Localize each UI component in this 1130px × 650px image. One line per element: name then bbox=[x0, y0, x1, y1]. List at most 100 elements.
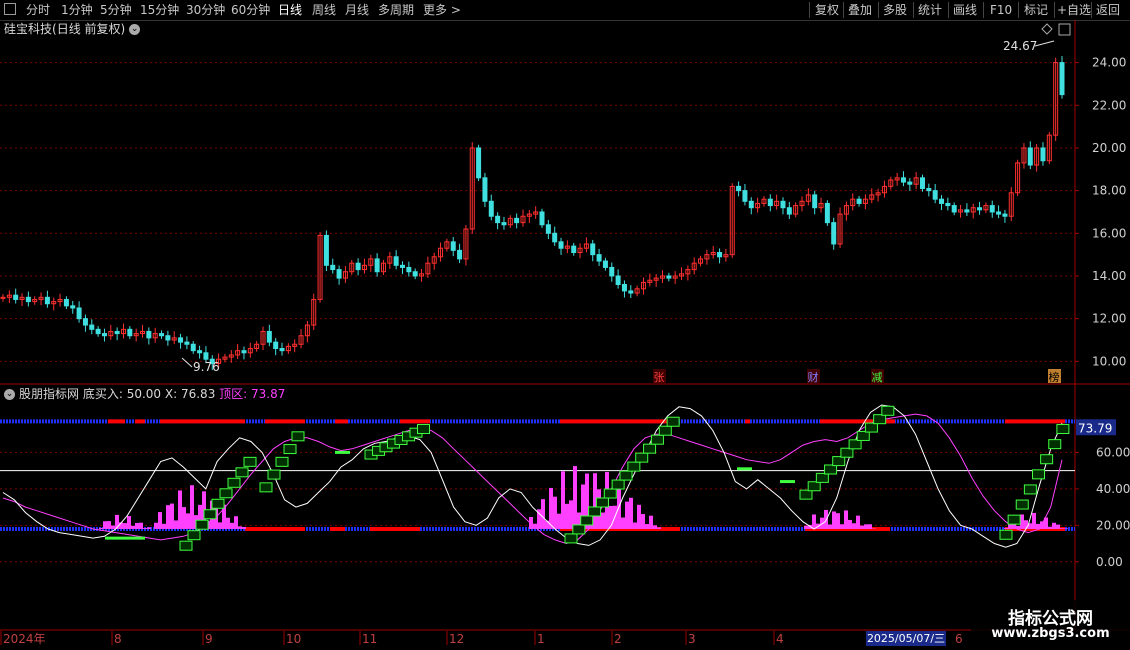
candle-body bbox=[457, 249, 463, 260]
histogram-bar bbox=[852, 523, 856, 529]
histogram-bar bbox=[178, 490, 182, 529]
signal-stair-box bbox=[1056, 424, 1070, 435]
candle-body bbox=[406, 266, 412, 273]
candle-body bbox=[374, 258, 380, 273]
signal-stair-box bbox=[595, 497, 609, 508]
histogram-bar bbox=[1064, 528, 1068, 529]
candle-body bbox=[602, 260, 608, 268]
histogram-bar bbox=[1060, 528, 1064, 529]
candle-body bbox=[279, 348, 285, 352]
signal-stair-box bbox=[856, 430, 870, 441]
candle-body bbox=[742, 190, 748, 202]
histogram-bar bbox=[653, 525, 657, 529]
event-marker: 财 bbox=[808, 370, 819, 384]
histogram-bar bbox=[864, 524, 868, 529]
candle-body bbox=[545, 224, 551, 234]
stock-period-info: (日线 前复权) bbox=[52, 22, 126, 36]
histogram-bar bbox=[162, 523, 166, 529]
histogram-bar bbox=[557, 513, 561, 529]
indicator-title: ⌄ 股朋指标网 底买入: 50.00 X: 76.83 顶区: 73.87 bbox=[4, 386, 285, 402]
indicator-tick-label: 60.00 bbox=[1096, 445, 1130, 459]
signal-stair-box bbox=[635, 452, 649, 463]
signal-stair-box bbox=[666, 416, 680, 427]
time-axis-label: 3 bbox=[688, 632, 696, 646]
signal-stair-box bbox=[179, 540, 193, 551]
signal-stair-box bbox=[291, 431, 305, 442]
high-arrow bbox=[1034, 40, 1055, 47]
signal-stair-box bbox=[627, 461, 641, 472]
histogram-bar bbox=[844, 510, 848, 529]
signal-stair-box bbox=[219, 488, 233, 499]
price-tick-label: 20.00 bbox=[1092, 141, 1126, 155]
candle-body bbox=[812, 194, 818, 209]
histogram-bar bbox=[123, 523, 127, 529]
signal-stair-box bbox=[873, 414, 887, 425]
candle-body bbox=[856, 198, 862, 204]
signal-stair-box bbox=[658, 425, 672, 436]
histogram-bar bbox=[637, 504, 641, 529]
watermark-url: www.zbgs3.com bbox=[991, 626, 1110, 641]
candle-body bbox=[190, 343, 196, 352]
stock-title[interactable]: 硅宝科技(日线 前复权) ⌄ bbox=[4, 21, 141, 37]
candle-body bbox=[25, 296, 31, 303]
panel-toggle-icon bbox=[1058, 23, 1071, 36]
histogram-bar bbox=[107, 521, 111, 529]
histogram-bar bbox=[856, 515, 860, 529]
histogram-bar bbox=[828, 524, 832, 529]
candle-body bbox=[939, 198, 945, 204]
diamond-icon bbox=[1041, 23, 1053, 35]
candle-body bbox=[717, 252, 723, 258]
candle-body bbox=[184, 341, 190, 345]
candle-body bbox=[1027, 147, 1033, 166]
chevron-down-icon[interactable]: ⌄ bbox=[129, 24, 141, 35]
histogram-bar bbox=[657, 527, 661, 529]
candle-body bbox=[412, 271, 418, 277]
histogram-bar bbox=[226, 517, 230, 529]
indicator-name: 股朋指标网 bbox=[19, 387, 80, 401]
histogram-bar bbox=[549, 487, 553, 529]
signal-stair-box bbox=[832, 456, 846, 467]
histogram-bar bbox=[238, 526, 242, 529]
histogram-bar bbox=[186, 513, 190, 529]
price-tick-label: 10.00 bbox=[1092, 354, 1126, 368]
signal-stair-box bbox=[864, 422, 878, 433]
signal-stair-box bbox=[881, 405, 895, 416]
histogram-bar bbox=[625, 501, 629, 529]
histogram-bar bbox=[553, 496, 557, 529]
stock-chart[interactable]: 24.0022.0020.0018.0016.0014.0012.0010.00… bbox=[0, 0, 1130, 650]
signal-stair-box bbox=[275, 456, 289, 467]
histogram-bar bbox=[848, 519, 852, 529]
indicator-tick-label: 20.00 bbox=[1096, 518, 1130, 532]
candle-body bbox=[89, 324, 95, 330]
candle-body bbox=[996, 211, 1002, 215]
candle-body bbox=[501, 222, 507, 226]
price-tick-label: 12.00 bbox=[1092, 312, 1126, 326]
histogram-bar bbox=[135, 522, 139, 529]
candle-body bbox=[95, 328, 101, 335]
candle-body bbox=[13, 294, 19, 300]
signal-stair-box bbox=[799, 489, 813, 500]
price-tick-label: 14.00 bbox=[1092, 269, 1126, 283]
high-price-label: 24.67 bbox=[1003, 39, 1037, 53]
histogram-bar bbox=[234, 516, 238, 529]
candle-body bbox=[900, 177, 906, 183]
candle-body bbox=[323, 234, 329, 266]
histogram-bar bbox=[182, 507, 186, 529]
candle-body bbox=[596, 254, 602, 262]
candle-body bbox=[989, 205, 995, 213]
histogram-bar bbox=[174, 520, 178, 529]
histogram-bar bbox=[1004, 527, 1008, 529]
time-axis-label: 6 bbox=[955, 632, 963, 646]
chevron-down-icon[interactable]: ⌄ bbox=[4, 389, 15, 400]
candle-body bbox=[748, 200, 754, 209]
signal-stair-box bbox=[243, 456, 257, 467]
signal-stair-box bbox=[1048, 439, 1062, 450]
histogram-bar bbox=[139, 522, 143, 529]
histogram-bar bbox=[832, 511, 836, 529]
histogram-bar bbox=[804, 525, 808, 529]
signal-stair-box bbox=[267, 469, 281, 480]
histogram-bar bbox=[103, 521, 107, 529]
time-axis-label: 11 bbox=[362, 632, 377, 646]
candle-body bbox=[76, 307, 82, 320]
candle-body bbox=[159, 333, 165, 337]
